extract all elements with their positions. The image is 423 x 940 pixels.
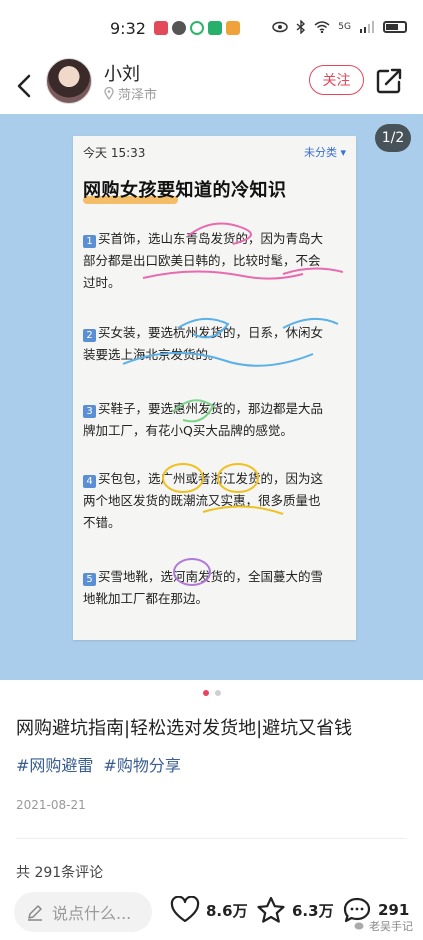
star-icon: [257, 896, 285, 923]
item-number: 1: [83, 235, 96, 248]
wifi-icon: [314, 21, 330, 33]
signal-icon: [360, 21, 374, 33]
wechat-icon: [171, 21, 186, 35]
app-icon: [207, 21, 222, 35]
wechat-watermark-icon: [354, 922, 364, 930]
like-button[interactable]: 8.6万: [170, 896, 248, 924]
carousel-dot-active[interactable]: [202, 690, 209, 696]
item-line: 过时。: [83, 275, 121, 290]
item-number: 5: [83, 573, 96, 586]
note-item: 5 买雪地靴，选河南发货的，全国蔓大的雪 地靴加工厂都在那边。: [83, 566, 349, 610]
username[interactable]: 小刘: [104, 60, 140, 86]
location-pin-icon: [104, 87, 114, 100]
note-item: 1 买首饰，选山东青岛发货的，因为青岛大 部分都是出口欧美日韩的，比较时髦，不会 …: [83, 228, 349, 294]
item-line: 装要选上海北京发货的。: [83, 347, 221, 362]
eye-icon: [272, 21, 289, 33]
comment-input[interactable]: 说点什么...: [14, 892, 152, 932]
status-time: 9:32: [110, 18, 146, 38]
page-indicator: 1/2: [375, 124, 411, 152]
avatar[interactable]: [46, 58, 92, 104]
comment-placeholder: 说点什么...: [52, 904, 132, 923]
item-line: 买包包，选广州或者浙江发货的，因为这: [98, 471, 324, 486]
note-item: 2 买女装，要选杭州发货的，日系，休闲女 装要选上海北京发货的。: [83, 322, 349, 366]
location: 菏泽市: [104, 84, 157, 103]
battery-icon: [383, 21, 407, 33]
note-title: 网购女孩要知道的冷知识: [83, 180, 287, 201]
item-number: 2: [83, 329, 96, 342]
watermark: 老吴手记: [354, 918, 413, 934]
item-line: 两个地区发货的既潮流又实惠，很多质量也: [83, 493, 321, 508]
favorite-button[interactable]: 6.3万: [256, 896, 334, 924]
back-button[interactable]: [10, 66, 38, 106]
back-arrow-icon: [17, 74, 31, 98]
item-line: 地靴加工厂都在那边。: [83, 591, 209, 606]
post-date: 2021-08-21: [16, 798, 86, 812]
like-count: 8.6万: [206, 901, 248, 920]
note-screenshot: 今天 15:33 未分类 ▾ 网购女孩要知道的冷知识 1 买首饰，选山东青岛发货的…: [73, 136, 356, 640]
item-line: 买雪地靴，选河南发货的，全国蔓大的雪: [98, 569, 324, 584]
heart-icon: [170, 896, 200, 923]
item-line: 买首饰，选山东青岛发货的，因为青岛大: [98, 231, 324, 246]
note-item: 4 买包包，选广州或者浙江发货的，因为这 两个地区发货的既潮流又实惠，很多质量也 …: [83, 468, 349, 534]
tag-link[interactable]: #购物分享: [103, 752, 180, 776]
comments-count: 共 291条评论: [16, 865, 104, 881]
item-line: 部分都是出口欧美日韩的，比较时髦，不会: [83, 253, 321, 268]
item-line: 买鞋子，要选惠州发货的，那边都是大品: [98, 401, 324, 416]
note-category-label: 未分类: [303, 146, 337, 159]
note-date: 今天 15:33: [83, 146, 146, 160]
status-bar: 9:32 5G: [0, 0, 423, 56]
app-notification-icon: [153, 21, 168, 35]
post-title: 网购避坑指南|轻松选对发货地|避坑又省钱: [16, 718, 353, 739]
carousel-dot[interactable]: [214, 690, 221, 696]
share-button[interactable]: [374, 66, 404, 96]
item-number: 4: [83, 475, 96, 488]
tiger-app-icon: [225, 21, 240, 35]
system-icons: 5G: [272, 20, 407, 34]
notification-icons: [153, 21, 240, 35]
item-line: 牌加工厂，有花小Q买大品牌的感觉。: [83, 423, 293, 438]
item-number: 3: [83, 405, 96, 418]
location-label: 菏泽市: [118, 88, 158, 103]
comment-count: 291: [378, 901, 410, 919]
sync-icon: [189, 21, 204, 35]
item-line: 买女装，要选杭州发货的，日系，休闲女: [98, 325, 324, 340]
note-item: 3 买鞋子，要选惠州发货的，那边都是大品 牌加工厂，有花小Q买大品牌的感觉。: [83, 398, 349, 442]
carousel-dots: [0, 690, 423, 696]
network-label: 5G: [338, 22, 351, 32]
item-line: 不错。: [83, 515, 121, 530]
tag-link[interactable]: #网购避雷: [16, 752, 93, 776]
post-header: 小刘 菏泽市 关注: [0, 56, 423, 114]
divider: [16, 838, 407, 839]
bluetooth-icon: [296, 20, 306, 34]
favorite-count: 6.3万: [292, 901, 334, 920]
pencil-icon: [28, 905, 42, 921]
share-icon: [376, 68, 402, 94]
note-category: 未分类 ▾: [303, 146, 346, 159]
follow-button[interactable]: 关注: [309, 65, 364, 95]
watermark-text: 老吴手记: [369, 920, 413, 933]
post-tags: #网购避雷 #购物分享: [16, 752, 181, 776]
